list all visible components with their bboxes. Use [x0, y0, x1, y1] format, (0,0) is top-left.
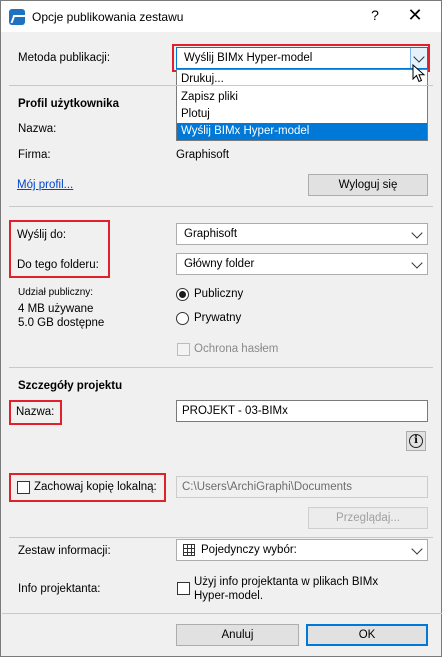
logout-button[interactable]: Wyloguj się: [308, 174, 428, 196]
project-name-highlight-box: [9, 400, 62, 425]
info-icon: i: [409, 434, 423, 448]
info-set-select[interactable]: Pojedynczy wybór:: [176, 539, 428, 561]
window-title: Opcje publikowania zestawu: [32, 10, 184, 24]
project-heading: Szczegóły projektu: [18, 380, 123, 392]
archicad-icon: [9, 9, 25, 25]
option-send-bimx[interactable]: Wyślij BIMx Hyper-model: [177, 123, 427, 140]
separator: [9, 367, 433, 368]
option-save-files[interactable]: Zapisz pliki: [177, 89, 427, 106]
designer-label: Info projektanta:: [18, 583, 101, 595]
profile-heading: Profil użytkownika: [18, 98, 119, 110]
private-label: Prywatny: [194, 312, 242, 324]
method-label: Metoda publikacji:: [18, 52, 111, 64]
public-label: Publiczny: [194, 288, 244, 300]
project-name-value: PROJEKT - 03-BIMx: [182, 405, 288, 417]
storage-used: 4 MB używane: [18, 303, 94, 315]
send-to-value: Graphisoft: [184, 228, 238, 240]
table-icon: [183, 544, 195, 556]
designer-check-line2: Hyper-model.: [194, 590, 264, 602]
info-set-label: Zestaw informacji:: [18, 545, 111, 557]
share-label: Udział publiczny:: [18, 287, 94, 298]
method-highlight-box: [172, 44, 430, 72]
keep-local-highlight-box: [9, 473, 166, 502]
method-dropdown-list: Drukuj... Zapisz pliki Plotuj Wyślij BIM…: [176, 69, 428, 141]
local-path-input[interactable]: C:\Users\ArchiGraphi\Documents: [176, 476, 428, 498]
public-radio[interactable]: [176, 288, 189, 301]
help-button[interactable]: ?: [365, 7, 385, 23]
dialog-window: Opcje publikowania zestawu ? ✕ Metoda pu…: [0, 0, 442, 657]
chevron-down-icon: [411, 227, 423, 239]
designer-checkbox[interactable]: [177, 582, 190, 595]
send-to-select[interactable]: Graphisoft: [176, 223, 428, 245]
send-to-highlight-box: [9, 220, 110, 278]
designer-check-line1: Użyj info projektanta w plikach BIMx: [194, 576, 379, 588]
info-button[interactable]: i: [406, 431, 426, 451]
storage-available: 5.0 GB dostępne: [18, 317, 105, 329]
profile-name-label: Nazwa:: [18, 123, 57, 135]
separator: [9, 85, 433, 86]
project-name-input[interactable]: PROJEKT - 03-BIMx: [176, 400, 428, 422]
ok-button[interactable]: OK: [306, 624, 428, 646]
cancel-button[interactable]: Anuluj: [176, 624, 299, 646]
chevron-down-icon: [411, 257, 423, 269]
close-button[interactable]: ✕: [403, 5, 427, 25]
folder-value: Główny folder: [184, 258, 255, 270]
company-label: Firma:: [18, 149, 51, 161]
local-path-value: C:\Users\ArchiGraphi\Documents: [182, 481, 352, 493]
browse-button[interactable]: Przeglądaj...: [308, 507, 428, 529]
password-checkbox[interactable]: [177, 343, 190, 356]
separator: [2, 613, 442, 614]
folder-select[interactable]: Główny folder: [176, 253, 428, 275]
option-plot[interactable]: Plotuj: [177, 106, 427, 123]
title-bar: Opcje publikowania zestawu ? ✕: [1, 1, 441, 32]
my-profile-link[interactable]: Mój profil...: [17, 179, 73, 191]
chevron-down-icon: [411, 543, 423, 555]
private-radio[interactable]: [176, 312, 189, 325]
password-label: Ochrona hasłem: [194, 343, 279, 355]
info-set-value: Pojedynczy wybór:: [201, 544, 297, 556]
separator: [9, 206, 433, 207]
company-value: Graphisoft: [176, 149, 230, 161]
separator: [9, 537, 433, 538]
